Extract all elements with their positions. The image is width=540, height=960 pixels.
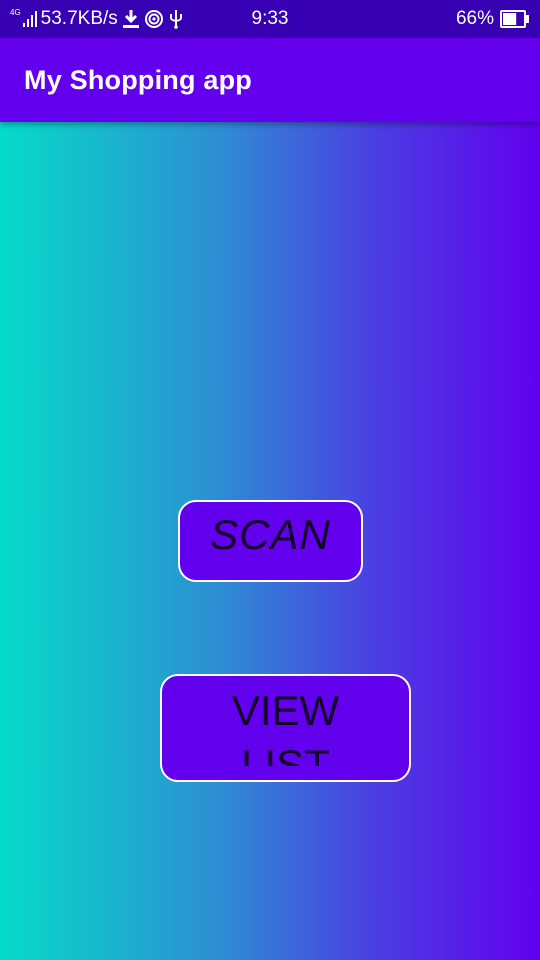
view-list-button[interactable]: VIEW LIST bbox=[160, 674, 411, 782]
screen: 4G 53.7KB/s 9:33 66% My Shopping app SCA… bbox=[0, 0, 540, 960]
view-list-button-label: VIEW LIST bbox=[231, 687, 340, 766]
status-bar: 4G 53.7KB/s 9:33 66% bbox=[0, 0, 540, 38]
app-bar: My Shopping app bbox=[0, 38, 540, 122]
app-title: My Shopping app bbox=[24, 64, 252, 95]
scan-button[interactable]: SCAN bbox=[178, 500, 363, 582]
status-time: 9:33 bbox=[251, 8, 289, 29]
battery-icon bbox=[500, 10, 530, 28]
status-right: 66% bbox=[456, 0, 530, 38]
scan-button-label: SCAN bbox=[210, 511, 331, 558]
battery-percent: 66% bbox=[455, 8, 494, 29]
